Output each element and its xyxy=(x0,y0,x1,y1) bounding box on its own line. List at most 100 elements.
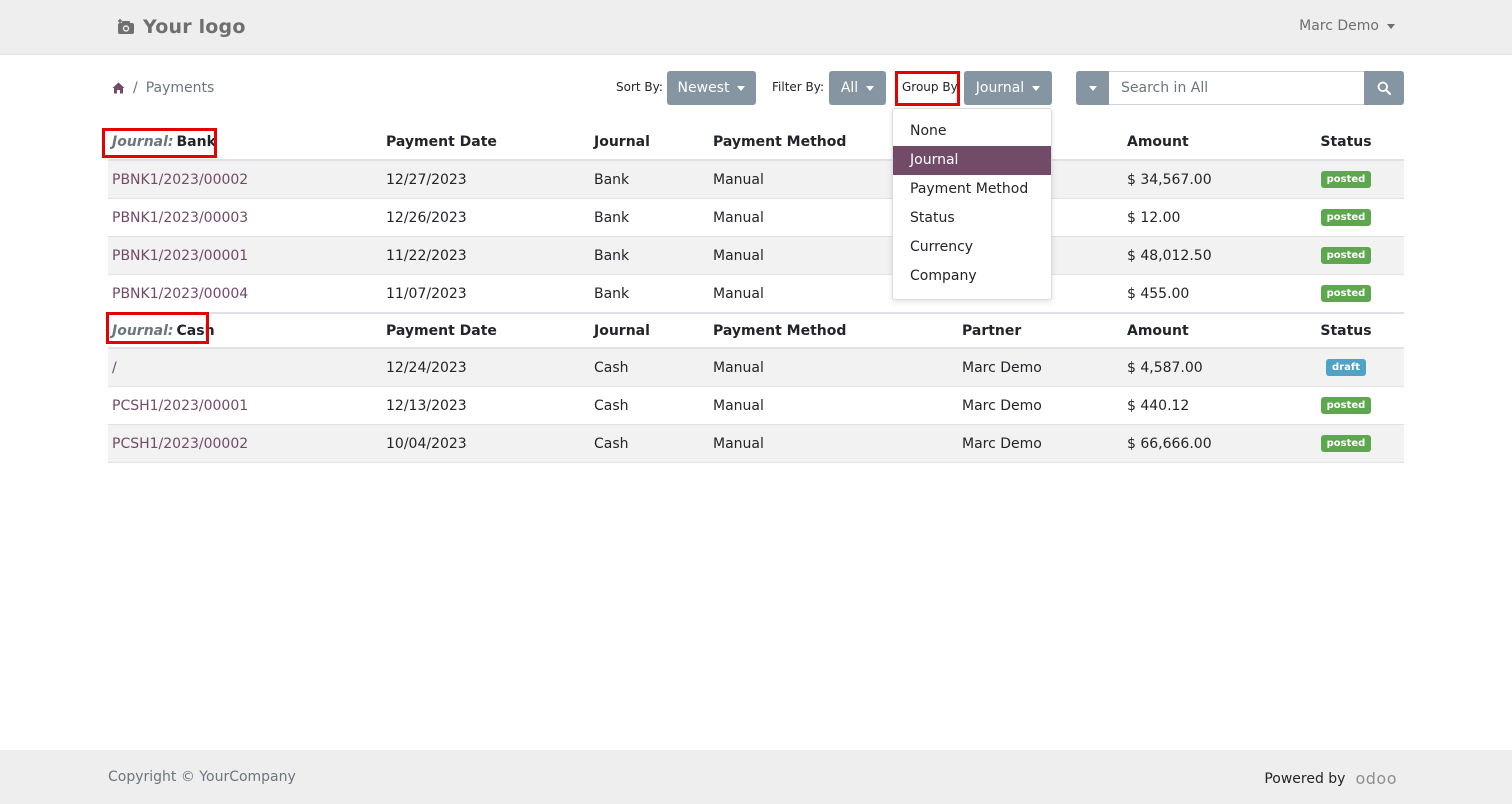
table-row[interactable]: PBNK1/2023/00004 11/07/2023 Bank Manual … xyxy=(108,275,1404,313)
payment-name-link[interactable]: PBNK1/2023/00001 xyxy=(112,237,248,274)
payment-name-link[interactable]: PBNK1/2023/00003 xyxy=(112,199,248,236)
payment-partner: Marc Demo xyxy=(962,435,1042,452)
group-by-option-company[interactable]: Company xyxy=(893,262,1051,291)
payment-amount: $ 66,666.00 xyxy=(1127,435,1212,452)
search-bar xyxy=(1076,71,1404,105)
logo-text: Your logo xyxy=(143,16,246,38)
payment-method: Manual xyxy=(713,397,764,414)
payment-amount: $ 12.00 xyxy=(1127,209,1181,226)
status-badge: posted xyxy=(1320,209,1372,226)
odoo-logo[interactable]: odoo xyxy=(1355,769,1397,788)
search-input[interactable] xyxy=(1109,71,1364,105)
powered-by-text: Powered by xyxy=(1264,770,1346,787)
payment-method: Manual xyxy=(713,285,764,302)
search-options-toggle[interactable] xyxy=(1076,71,1109,105)
payment-name-link[interactable]: PBNK1/2023/00002 xyxy=(112,161,248,198)
status-badge: posted xyxy=(1320,171,1372,188)
payment-date: 12/13/2023 xyxy=(386,397,467,414)
footer: Copyright © YourCompany Powered by odoo xyxy=(0,750,1512,804)
column-header-payment-method[interactable]: Payment Method xyxy=(713,314,846,347)
home-icon xyxy=(112,82,125,94)
payment-name-link[interactable]: PCSH1/2023/00002 xyxy=(112,425,248,462)
caret-down-icon xyxy=(1032,85,1041,91)
user-menu[interactable]: Marc Demo xyxy=(1299,18,1395,34)
payment-amount: $ 34,567.00 xyxy=(1127,171,1212,188)
filter-by-dropdown[interactable]: All xyxy=(829,71,886,105)
column-header-status[interactable]: Status xyxy=(1288,314,1404,347)
payment-date: 12/24/2023 xyxy=(386,359,467,376)
payment-amount: $ 48,012.50 xyxy=(1127,247,1212,264)
filter-by-value: All xyxy=(840,80,859,96)
table-row[interactable]: PCSH1/2023/00002 10/04/2023 Cash Manual … xyxy=(108,425,1404,463)
payment-date: 11/07/2023 xyxy=(386,285,467,302)
column-header-status[interactable]: Status xyxy=(1288,124,1404,159)
search-icon xyxy=(1377,81,1391,95)
sort-by-dropdown[interactable]: Newest xyxy=(667,71,756,105)
column-header-journal[interactable]: Journal xyxy=(594,314,650,347)
payment-journal: Cash xyxy=(594,435,629,452)
column-header-payment-date[interactable]: Payment Date xyxy=(386,124,497,159)
payment-journal: Bank xyxy=(594,171,630,188)
column-header-amount[interactable]: Amount xyxy=(1127,124,1189,159)
table-row[interactable]: PBNK1/2023/00003 12/26/2023 Bank Manual … xyxy=(108,199,1404,237)
copyright-text: Copyright © YourCompany xyxy=(108,769,296,785)
home-link[interactable] xyxy=(112,82,125,94)
column-header-payment-date[interactable]: Payment Date xyxy=(386,314,497,347)
payment-method: Manual xyxy=(713,209,764,226)
payment-journal: Cash xyxy=(594,397,629,414)
table-row[interactable]: PBNK1/2023/00001 11/22/2023 Bank Manual … xyxy=(108,237,1404,275)
filter-by-label: Filter By: xyxy=(772,80,825,94)
group-by-option-none[interactable]: None xyxy=(893,117,1051,146)
table-row[interactable]: PCSH1/2023/00001 12/13/2023 Cash Manual … xyxy=(108,387,1404,425)
group-title-highlight-bank xyxy=(102,128,217,158)
status-badge: posted xyxy=(1320,435,1372,452)
column-header-journal[interactable]: Journal xyxy=(594,124,650,159)
table-row[interactable]: PBNK1/2023/00002 12/27/2023 Bank Manual … xyxy=(108,161,1404,199)
status-badge: posted xyxy=(1320,397,1372,414)
status-cell: posted xyxy=(1288,387,1404,424)
user-name: Marc Demo xyxy=(1299,18,1379,34)
sort-by-value: Newest xyxy=(677,80,730,96)
caret-down-icon xyxy=(737,85,746,91)
payment-journal: Bank xyxy=(594,247,630,264)
payment-journal: Bank xyxy=(594,209,630,226)
caret-down-icon xyxy=(1387,23,1395,29)
breadcrumb-separator: / xyxy=(133,80,138,96)
payment-date: 10/04/2023 xyxy=(386,435,467,452)
status-cell: posted xyxy=(1288,237,1404,274)
status-badge: posted xyxy=(1320,285,1372,302)
caret-down-icon xyxy=(1088,85,1097,91)
top-navbar: Your logo Marc Demo xyxy=(0,0,1512,55)
sort-by-label: Sort By: xyxy=(616,80,663,94)
column-header-partner[interactable]: Partner xyxy=(962,314,1021,347)
payment-date: 11/22/2023 xyxy=(386,247,467,264)
camera-icon xyxy=(118,19,134,34)
column-header-payment-method[interactable]: Payment Method xyxy=(713,124,846,159)
group-by-option-status[interactable]: Status xyxy=(893,204,1051,233)
group-by-dropdown[interactable]: Journal xyxy=(964,71,1052,105)
company-logo[interactable]: Your logo xyxy=(117,12,246,42)
status-cell: posted xyxy=(1288,275,1404,312)
table-row[interactable]: / 12/24/2023 Cash Manual Marc Demo $ 4,5… xyxy=(108,349,1404,387)
payment-name-link[interactable]: PBNK1/2023/00004 xyxy=(112,275,248,312)
payment-name-link[interactable]: / xyxy=(112,349,117,386)
payment-amount: $ 4,587.00 xyxy=(1127,359,1203,376)
group-by-option-currency[interactable]: Currency xyxy=(893,233,1051,262)
payments-table: Journal: Bank Payment Date Journal Payme… xyxy=(108,124,1404,463)
breadcrumb-current: Payments xyxy=(145,80,215,96)
status-cell: draft xyxy=(1288,349,1404,386)
payment-method: Manual xyxy=(713,435,764,452)
status-badge: posted xyxy=(1320,247,1372,264)
group-by-option-payment-method[interactable]: Payment Method xyxy=(893,175,1051,204)
status-cell: posted xyxy=(1288,425,1404,462)
payment-method: Manual xyxy=(713,359,764,376)
payment-journal: Cash xyxy=(594,359,629,376)
payment-date: 12/26/2023 xyxy=(386,209,467,226)
column-header-amount[interactable]: Amount xyxy=(1127,314,1189,347)
group-by-label-highlight xyxy=(895,71,960,106)
payment-amount: $ 455.00 xyxy=(1127,285,1190,302)
group-header-bank: Journal: Bank Payment Date Journal Payme… xyxy=(108,124,1404,161)
payment-name-link[interactable]: PCSH1/2023/00001 xyxy=(112,387,248,424)
search-button[interactable] xyxy=(1364,71,1404,105)
group-by-option-journal[interactable]: Journal xyxy=(893,146,1051,175)
